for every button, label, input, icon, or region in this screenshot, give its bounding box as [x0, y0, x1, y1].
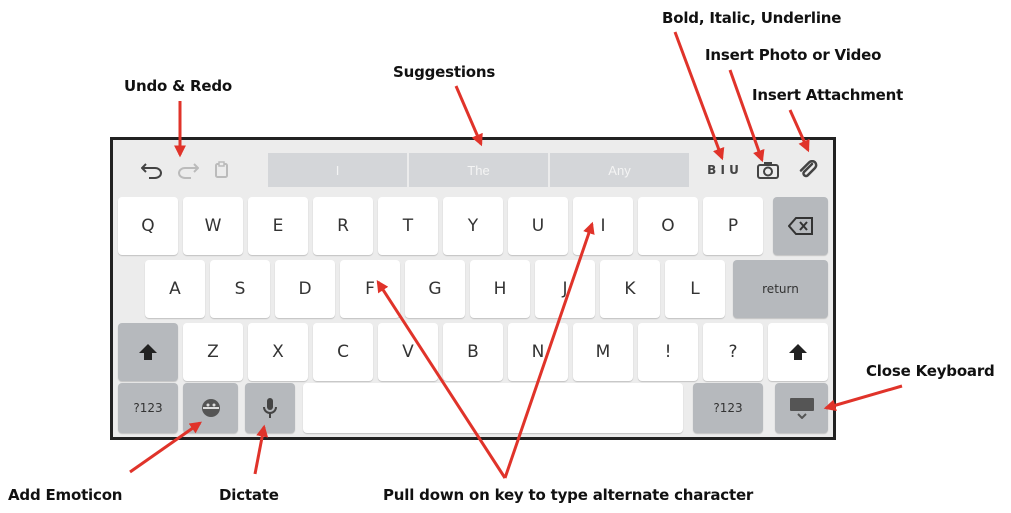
- microphone-icon: [263, 398, 277, 418]
- key-x[interactable]: X: [248, 323, 308, 381]
- dictate-key[interactable]: [245, 383, 295, 433]
- annotation-bold-italic-underline: Bold, Italic, Underline: [662, 9, 842, 27]
- key-s[interactable]: S: [210, 260, 270, 318]
- key-g[interactable]: G: [405, 260, 465, 318]
- shift-key-right[interactable]: [768, 323, 828, 381]
- emoticon-key[interactable]: [183, 383, 238, 433]
- shift-key-left[interactable]: [118, 323, 178, 381]
- key-t[interactable]: T: [378, 197, 438, 255]
- undo-icon[interactable]: [137, 153, 167, 187]
- key-j[interactable]: J: [535, 260, 595, 318]
- annotation-insert-photo-video: Insert Photo or Video: [705, 46, 882, 64]
- key-d[interactable]: D: [275, 260, 335, 318]
- key-b[interactable]: B: [443, 323, 503, 381]
- key-q[interactable]: Q: [118, 197, 178, 255]
- annotation-add-emoticon: Add Emoticon: [8, 486, 123, 504]
- key-question[interactable]: ?: [703, 323, 763, 381]
- key-h[interactable]: H: [470, 260, 530, 318]
- key-z[interactable]: Z: [183, 323, 243, 381]
- numbers-key-right[interactable]: ?123: [693, 383, 763, 433]
- annotation-undo-redo: Undo & Redo: [124, 77, 232, 95]
- key-n[interactable]: N: [508, 323, 568, 381]
- camera-icon[interactable]: [753, 153, 783, 187]
- backspace-key[interactable]: [773, 197, 828, 255]
- key-e[interactable]: E: [248, 197, 308, 255]
- redo-icon[interactable]: [173, 153, 203, 187]
- key-exclamation[interactable]: !: [638, 323, 698, 381]
- numbers-key-left[interactable]: ?123: [118, 383, 178, 433]
- key-u[interactable]: U: [508, 197, 568, 255]
- key-k[interactable]: K: [600, 260, 660, 318]
- key-f[interactable]: F: [340, 260, 400, 318]
- bold-italic-underline-button[interactable]: B I U: [705, 153, 741, 187]
- annotation-pull-down: Pull down on key to type alternate chara…: [383, 486, 754, 504]
- shift-icon: [789, 344, 807, 360]
- key-v[interactable]: V: [378, 323, 438, 381]
- annotation-close-keyboard: Close Keyboard: [866, 362, 995, 380]
- paperclip-icon[interactable]: [793, 153, 823, 187]
- suggestion-1[interactable]: I: [268, 153, 407, 187]
- key-m[interactable]: M: [573, 323, 633, 381]
- arrow-close-keyboard: [823, 384, 903, 412]
- key-w[interactable]: W: [183, 197, 243, 255]
- suggestion-3[interactable]: Any: [550, 153, 689, 187]
- annotation-suggestions: Suggestions: [393, 63, 496, 81]
- keyboard-hide-icon: [789, 398, 814, 419]
- close-keyboard-key[interactable]: [775, 383, 828, 433]
- backspace-icon: [787, 217, 813, 235]
- space-bar[interactable]: [303, 383, 683, 433]
- arrow-suggestions: [454, 85, 483, 147]
- annotation-dictate: Dictate: [219, 486, 279, 504]
- key-i[interactable]: I: [573, 197, 633, 255]
- emoji-icon: [201, 399, 220, 417]
- key-a[interactable]: A: [145, 260, 205, 318]
- onscreen-keyboard: I The Any B I U Q W E R T Y U I O P A S …: [110, 137, 836, 440]
- return-key[interactable]: return: [733, 260, 828, 318]
- shift-icon: [139, 344, 157, 360]
- key-o[interactable]: O: [638, 197, 698, 255]
- annotation-insert-attachment: Insert Attachment: [752, 86, 904, 104]
- key-p[interactable]: P: [703, 197, 763, 255]
- suggestion-2[interactable]: The: [409, 153, 548, 187]
- key-y[interactable]: Y: [443, 197, 503, 255]
- paste-icon[interactable]: [209, 153, 235, 187]
- key-c[interactable]: C: [313, 323, 373, 381]
- key-r[interactable]: R: [313, 197, 373, 255]
- key-l[interactable]: L: [665, 260, 725, 318]
